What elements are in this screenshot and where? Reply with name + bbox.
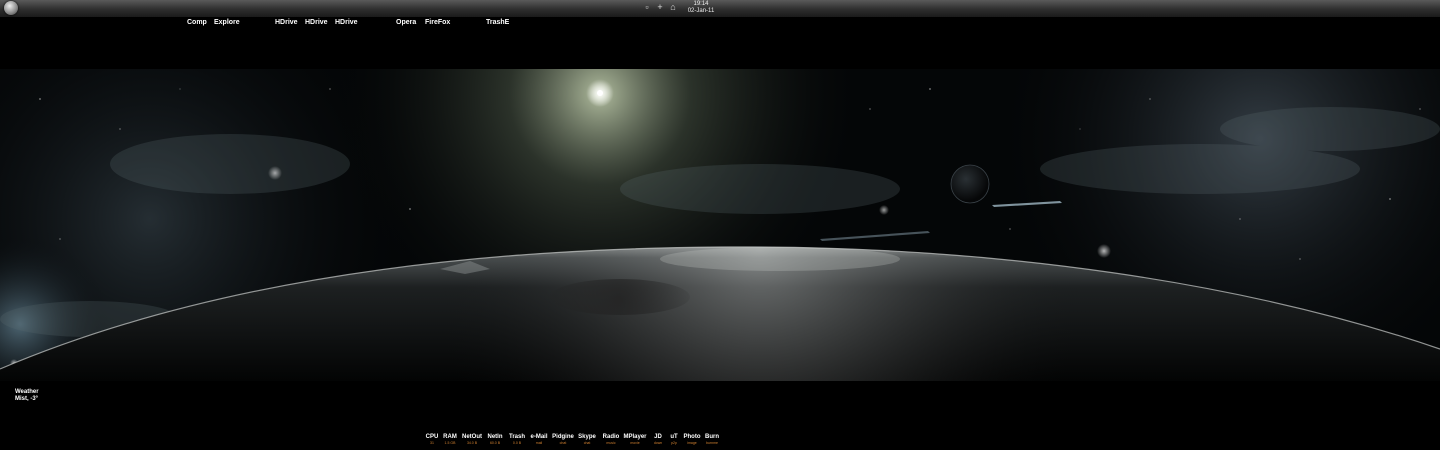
launcher-explore[interactable]: Explore (214, 19, 240, 26)
taskbar: ▫ + ⌂ 19:14 02-Jan-11 (0, 0, 1440, 18)
dock-value: chat (583, 441, 591, 445)
system-tray: ▫ + ⌂ (643, 3, 677, 12)
plus-icon[interactable]: + (656, 3, 664, 12)
launcher-hdrive-3[interactable]: HDrive (335, 19, 358, 26)
space-scene (0, 69, 1440, 381)
dock-item-cpu[interactable]: CPU 31 (426, 434, 439, 446)
dock-item-mplayer[interactable]: MPlayer movie (623, 434, 646, 446)
dock-value: 1.5 GB (444, 441, 456, 445)
dock-label: NetOut (462, 434, 482, 440)
launcher-opera[interactable]: Opera (396, 19, 416, 26)
dock-item-netin[interactable]: NetIn 60.0 B (488, 434, 503, 446)
weather-condition: Mist, -3° (15, 396, 39, 402)
dock-item-photo[interactable]: Photo image (684, 434, 701, 446)
dock-value: chat (559, 441, 567, 445)
dock-value: down (653, 441, 663, 445)
dock-label: Burn (705, 434, 719, 440)
dock-label: NetIn (487, 434, 503, 440)
dock-label: CPU (425, 434, 439, 440)
dock-item-ut[interactable]: uT p2p (670, 434, 677, 446)
dock-label: Pidgine (552, 434, 574, 440)
dock-value: mail (535, 441, 543, 445)
dock-value: burnme (706, 441, 718, 445)
clock-time: 19:14 (693, 1, 709, 7)
dock-label: Skype (578, 434, 596, 440)
launcher-hdrive-2[interactable]: HDrive (305, 19, 328, 26)
dock-value: 0.0 B (512, 441, 522, 445)
dock-value: 34.0 B (466, 441, 478, 445)
weather-title: Weather (15, 389, 39, 395)
dock-value: 60.0 B (489, 441, 501, 445)
dock-label: MPlayer (623, 434, 647, 440)
clock[interactable]: 19:14 02-Jan-11 (676, 1, 726, 15)
dock-item-radio[interactable]: Radio music (603, 434, 620, 446)
dock-item-jd[interactable]: JD down (654, 434, 662, 446)
launcher-trash[interactable]: TrashE (486, 19, 509, 26)
dock-label: RAM (443, 434, 457, 440)
dock-item-burn[interactable]: Burn burnme (705, 434, 719, 446)
dock-label: Photo (683, 434, 701, 440)
dock-item-pidgine[interactable]: Pidgine chat (552, 434, 574, 446)
dock-value: 31 (430, 441, 434, 445)
dock-label: JD (654, 434, 662, 440)
dock-item-skype[interactable]: Skype chat (578, 434, 596, 446)
dock-value: image (687, 441, 697, 445)
dock-item-netout[interactable]: NetOut 34.0 B (462, 434, 482, 446)
dock-label: uT (670, 434, 678, 440)
dock-value: movie (630, 441, 640, 445)
launcher-comp[interactable]: Comp (187, 19, 207, 26)
desktop-wallpaper (0, 69, 1440, 381)
dock-item-trash[interactable]: Trash 0.0 B (509, 434, 525, 446)
dock-label: Radio (602, 434, 620, 440)
weather-widget[interactable]: Weather Mist, -3° (15, 389, 39, 403)
clock-date: 02-Jan-11 (687, 8, 715, 14)
dock-value: music (606, 441, 616, 445)
launcher-firefox[interactable]: FireFox (425, 19, 450, 26)
start-button[interactable] (4, 1, 18, 15)
dock-item-ram[interactable]: RAM 1.5 GB (443, 434, 457, 446)
dock-label: Trash (508, 434, 526, 440)
dock-value: p2p (671, 441, 677, 445)
media-icon[interactable]: ▫ (643, 3, 651, 12)
launcher-hdrive-1[interactable]: HDrive (275, 19, 298, 26)
dock-label: e-Mail (530, 434, 548, 440)
dock-item-email[interactable]: e-Mail mail (530, 434, 547, 446)
monitor-dock: CPU 31 RAM 1.5 GB NetOut 34.0 B NetIn 60… (0, 434, 1440, 448)
